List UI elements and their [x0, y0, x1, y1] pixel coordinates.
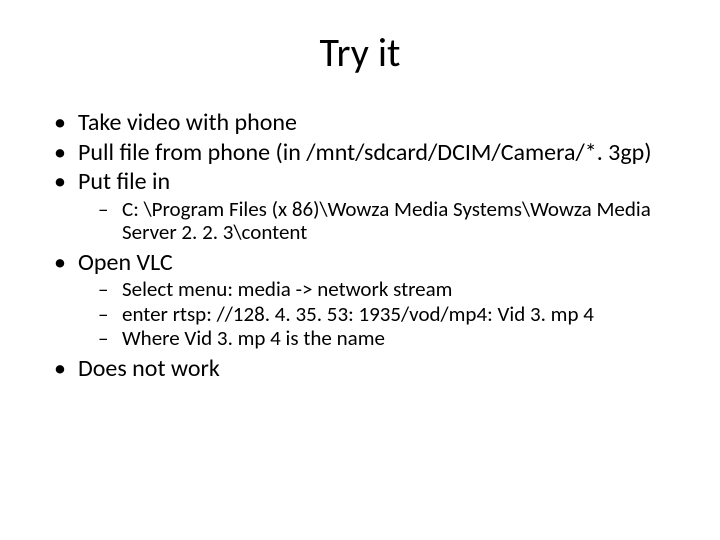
- list-item: Put file in C: \Program Files (x 86)\Wow…: [50, 168, 670, 245]
- bullet-text: Take video with phone: [78, 108, 297, 137]
- list-item: C: \Program Files (x 86)\Wowza Media Sys…: [96, 198, 670, 245]
- list-item: Where Vid 3. mp 4 is the name: [96, 327, 670, 351]
- bullet-text: C: \Program Files (x 86)\Wowza Media Sys…: [122, 196, 651, 246]
- list-item: Select menu: media -> network stream: [96, 278, 670, 302]
- sub-bullet-list: C: \Program Files (x 86)\Wowza Media Sys…: [78, 198, 670, 245]
- bullet-text: Open VLC: [78, 248, 173, 277]
- list-item: enter rtsp: //128. 4. 35. 53: 1935/vod/m…: [96, 303, 670, 327]
- list-item: Pull file from phone (in /mnt/sdcard/DCI…: [50, 139, 670, 167]
- slide-body: Take video with phone Pull file from pho…: [0, 109, 720, 383]
- bullet-text: Where Vid 3. mp 4 is the name: [122, 325, 385, 351]
- bullet-text: Put file in: [78, 167, 170, 196]
- bullet-text: Select menu: media -> network stream: [122, 276, 452, 302]
- sub-bullet-list: Select menu: media -> network stream ent…: [78, 278, 670, 351]
- slide-title: Try it: [0, 28, 720, 77]
- bullet-text: enter rtsp: //128. 4. 35. 53: 1935/vod/m…: [122, 301, 594, 327]
- list-item: Open VLC Select menu: media -> network s…: [50, 249, 670, 351]
- bullet-list: Take video with phone Pull file from pho…: [50, 109, 670, 383]
- bullet-text: Does not work: [78, 354, 220, 383]
- list-item: Take video with phone: [50, 109, 670, 137]
- bullet-text: Pull file from phone (in /mnt/sdcard/DCI…: [78, 138, 652, 167]
- list-item: Does not work: [50, 355, 670, 383]
